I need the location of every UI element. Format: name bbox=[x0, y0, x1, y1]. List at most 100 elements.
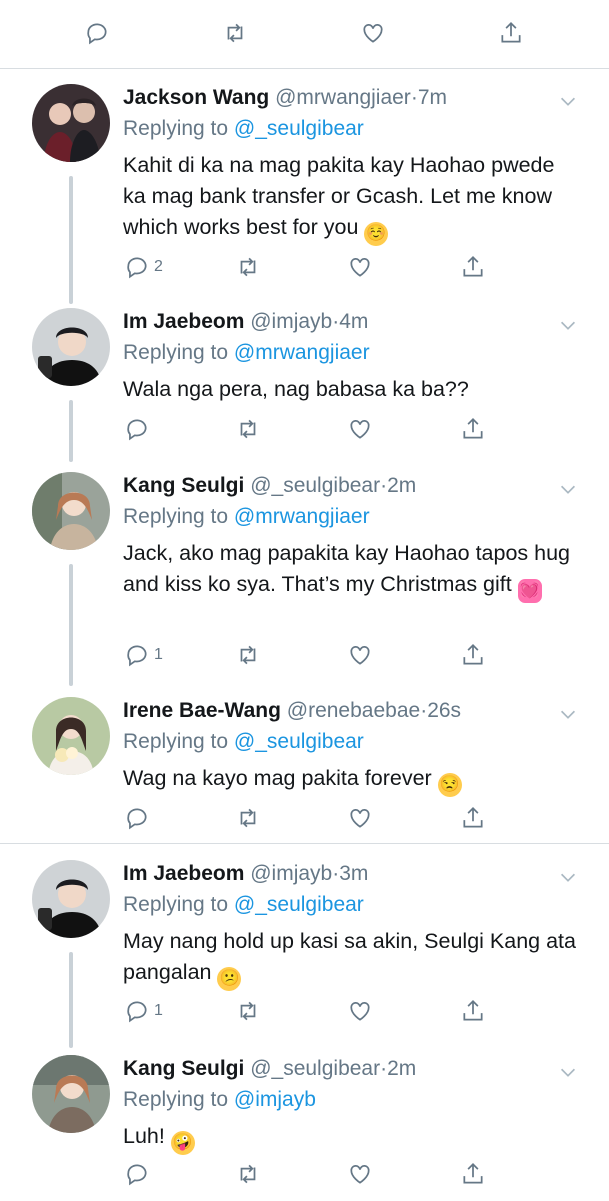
retweet-button[interactable] bbox=[235, 805, 261, 831]
heart-icon bbox=[350, 1165, 370, 1184]
share-button[interactable] bbox=[460, 1161, 486, 1187]
heart-icon bbox=[363, 24, 383, 43]
tweet-text: Wag na kayo mag pakita forever 😒 bbox=[123, 763, 583, 797]
replying-label: Replying to bbox=[123, 893, 234, 916]
tweet-actions bbox=[0, 805, 609, 845]
avatar[interactable] bbox=[32, 84, 110, 162]
timestamp[interactable]: 26s bbox=[427, 699, 461, 722]
tweet-text: Luh! 🤪 bbox=[123, 1121, 583, 1155]
tweet-header: Kang Seulgi @_seulgibear·2m bbox=[123, 472, 416, 500]
like-button[interactable] bbox=[347, 416, 373, 442]
share-button[interactable] bbox=[460, 998, 486, 1024]
avatar[interactable] bbox=[32, 308, 110, 386]
replying-to: Replying to @mrwangjiaer bbox=[123, 339, 370, 367]
reply-icon bbox=[127, 257, 147, 279]
username[interactable]: @_seulgibear bbox=[250, 1057, 380, 1080]
timestamp[interactable]: 2m bbox=[387, 1057, 416, 1080]
chevron-down-icon[interactable] bbox=[557, 703, 579, 725]
heart-icon bbox=[350, 258, 370, 277]
tweet-header: Im Jaebeom @imjayb·4m bbox=[123, 308, 368, 336]
like-button[interactable] bbox=[347, 998, 373, 1024]
like-button[interactable] bbox=[347, 1161, 373, 1187]
timestamp[interactable]: 2m bbox=[387, 474, 416, 497]
reply-button[interactable] bbox=[84, 20, 110, 46]
replying-label: Replying to bbox=[123, 341, 234, 364]
chevron-down-icon[interactable] bbox=[557, 314, 579, 336]
retweet-button[interactable] bbox=[235, 254, 261, 280]
tweet-text: Jack, ako mag papakita kay Haohao tapos … bbox=[123, 538, 573, 603]
display-name[interactable]: Im Jaebeom bbox=[123, 310, 244, 333]
replying-to: Replying to @mrwangjiaer bbox=[123, 503, 370, 531]
replying-to-link[interactable]: @_seulgibear bbox=[234, 730, 364, 753]
retweet-button[interactable] bbox=[235, 642, 261, 668]
display-name[interactable]: Jackson Wang bbox=[123, 86, 269, 109]
retweet-button[interactable] bbox=[235, 1161, 261, 1187]
display-name[interactable]: Im Jaebeom bbox=[123, 862, 244, 885]
timestamp[interactable]: 3m bbox=[339, 862, 368, 885]
zany-face-emoji: 🤪 bbox=[170, 1131, 195, 1155]
reply-button[interactable] bbox=[124, 1161, 150, 1187]
heart-icon bbox=[350, 420, 370, 439]
retweet-icon bbox=[240, 257, 256, 277]
replying-to-link[interactable]: @_seulgibear bbox=[234, 893, 364, 916]
replying-to: Replying to @_seulgibear bbox=[123, 115, 364, 143]
username[interactable]: @mrwangjiaer bbox=[275, 86, 411, 109]
tweet-text-content: Luh! bbox=[123, 1124, 165, 1148]
reply-count: 1 bbox=[154, 1002, 163, 1019]
avatar[interactable] bbox=[32, 697, 110, 775]
retweet-button[interactable] bbox=[222, 20, 248, 46]
reply-icon bbox=[87, 23, 107, 45]
tweet-text-content: May nang hold up kasi sa akin, Seulgi Ka… bbox=[123, 929, 576, 984]
username[interactable]: @_seulgibear bbox=[250, 474, 380, 497]
replying-to-link[interactable]: @_seulgibear bbox=[234, 117, 364, 140]
reply-button[interactable] bbox=[124, 805, 150, 831]
unamused-emoji: 😒 bbox=[437, 773, 462, 797]
confused-emoji: 😕 bbox=[217, 967, 242, 991]
display-name[interactable]: Kang Seulgi bbox=[123, 1057, 244, 1080]
like-button[interactable] bbox=[347, 254, 373, 280]
reply-count: 1 bbox=[154, 646, 163, 663]
share-button[interactable] bbox=[460, 254, 486, 280]
share-button[interactable] bbox=[498, 20, 524, 46]
replying-to: Replying to @imjayb bbox=[123, 1086, 316, 1114]
share-button[interactable] bbox=[460, 642, 486, 668]
username[interactable]: @renebaebae bbox=[287, 699, 420, 722]
display-name[interactable]: Kang Seulgi bbox=[123, 474, 244, 497]
display-name[interactable]: Irene Bae-Wang bbox=[123, 699, 281, 722]
chevron-down-icon[interactable] bbox=[557, 866, 579, 888]
reply-button[interactable]: 1 bbox=[124, 642, 163, 668]
reply-button[interactable]: 1 bbox=[124, 998, 163, 1024]
replying-to-link[interactable]: @imjayb bbox=[234, 1088, 316, 1111]
avatar[interactable] bbox=[32, 860, 110, 938]
username[interactable]: @imjayb bbox=[250, 862, 332, 885]
chevron-down-icon[interactable] bbox=[557, 1061, 579, 1083]
tweet-actions bbox=[0, 416, 609, 456]
like-button[interactable] bbox=[360, 20, 386, 46]
replying-to-link[interactable]: @mrwangjiaer bbox=[234, 341, 370, 364]
chevron-down-icon[interactable] bbox=[557, 90, 579, 112]
share-button[interactable] bbox=[460, 416, 486, 442]
tweet-text-content: Jack, ako mag papakita kay Haohao tapos … bbox=[123, 541, 571, 596]
retweet-button[interactable] bbox=[235, 998, 261, 1024]
reply-button[interactable]: 2 bbox=[124, 254, 163, 280]
avatar[interactable] bbox=[32, 472, 110, 550]
share-icon bbox=[463, 418, 483, 439]
like-button[interactable] bbox=[347, 805, 373, 831]
like-button[interactable] bbox=[347, 642, 373, 668]
share-icon bbox=[463, 1163, 483, 1184]
divider bbox=[0, 68, 609, 69]
username[interactable]: @imjayb bbox=[250, 310, 332, 333]
retweet-icon bbox=[240, 419, 256, 439]
reply-count: 2 bbox=[154, 258, 163, 275]
share-button[interactable] bbox=[460, 805, 486, 831]
tweet-text: May nang hold up kasi sa akin, Seulgi Ka… bbox=[123, 926, 583, 991]
timestamp[interactable]: 7m bbox=[418, 86, 447, 109]
replying-to-link[interactable]: @mrwangjiaer bbox=[234, 505, 370, 528]
timestamp[interactable]: 4m bbox=[339, 310, 368, 333]
reply-button[interactable] bbox=[124, 416, 150, 442]
avatar[interactable] bbox=[32, 1055, 110, 1133]
chevron-down-icon[interactable] bbox=[557, 478, 579, 500]
top-action-bar bbox=[0, 20, 609, 60]
retweet-button[interactable] bbox=[235, 416, 261, 442]
thread-line bbox=[69, 284, 73, 304]
